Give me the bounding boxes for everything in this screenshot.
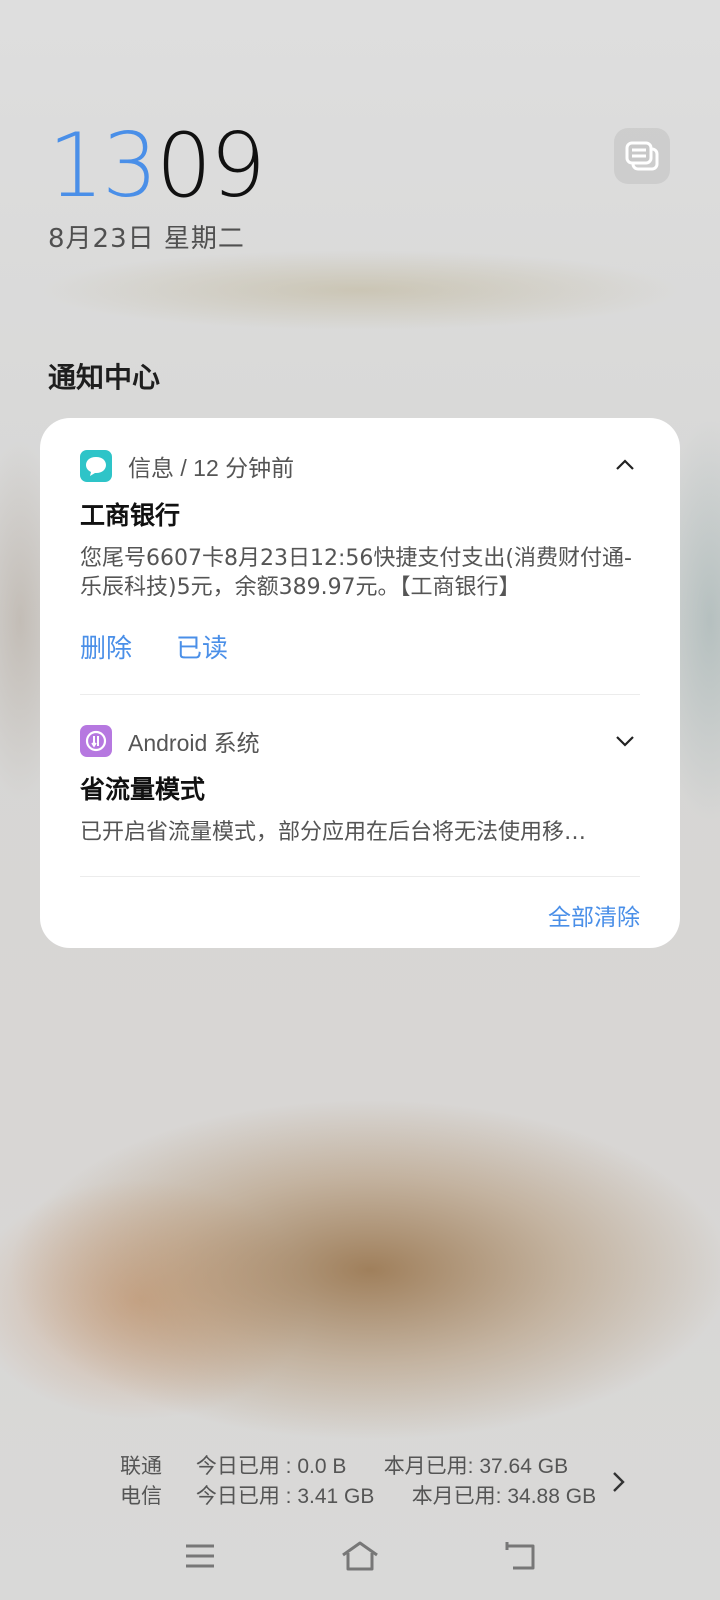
- lockscreen-date: 8月23日 星期二: [48, 224, 245, 254]
- card-stack-icon: [625, 141, 659, 171]
- notification-title: 工商银行: [80, 501, 181, 530]
- divider: [80, 876, 640, 877]
- notification-center-title: 通知中心: [48, 361, 161, 394]
- home-nav-button[interactable]: [330, 1536, 390, 1576]
- chevron-up-icon: [616, 459, 634, 470]
- data-usage-row: 联通 今日已用 : 0.0 B 本月已用: 37.64 GB: [120, 1452, 596, 1482]
- data-saver-icon: [80, 725, 112, 757]
- notification-title: 省流量模式: [80, 775, 206, 804]
- month-usage: 本月已用: 34.88 GB: [411, 1485, 597, 1508]
- back-icon: [505, 1542, 535, 1570]
- data-usage-arrow[interactable]: [606, 1470, 630, 1494]
- notification-header[interactable]: Android 系统: [80, 724, 260, 758]
- chevron-down-icon: [616, 736, 634, 747]
- divider: [80, 694, 640, 695]
- carrier-name: 电信: [120, 1485, 162, 1508]
- expand-button[interactable]: [610, 726, 640, 756]
- notification-app-meta: 信息 / 12 分钟前: [128, 455, 295, 481]
- clear-all-button[interactable]: 全部清除: [548, 898, 640, 932]
- delete-button[interactable]: 删除: [80, 628, 132, 665]
- back-nav-button[interactable]: [490, 1536, 550, 1576]
- card-stack-button[interactable]: [614, 128, 670, 184]
- notification-header[interactable]: 信息 / 12 分钟前: [80, 449, 294, 483]
- notification-body: 您尾号6607卡8月23日12:56快捷支付支出(消费财付通-乐辰科技)5元，余…: [80, 546, 632, 600]
- collapse-button[interactable]: [610, 450, 640, 480]
- menu-icon: [186, 1544, 214, 1568]
- lockscreen-clock: 1309: [48, 118, 266, 214]
- chevron-right-icon: [613, 1472, 625, 1492]
- carrier-name: 联通: [120, 1455, 162, 1478]
- notification-body: 已开启省流量模式，部分应用在后台将无法使用移…: [80, 820, 587, 845]
- message-bubble-icon: [80, 450, 112, 482]
- home-icon: [342, 1541, 378, 1571]
- today-usage: 今日已用 : 0.0 B: [195, 1455, 347, 1478]
- menu-nav-button[interactable]: [170, 1536, 230, 1576]
- data-usage-row: 电信 今日已用 : 3.41 GB 本月已用: 34.88 GB: [120, 1482, 596, 1512]
- notification-app-meta: Android 系统: [128, 730, 260, 756]
- notification-panel: 信息 / 12 分钟前 工商银行 您尾号6607卡8月23日12:56快捷支付支…: [40, 418, 680, 948]
- clock-minutes: 09: [155, 114, 266, 217]
- month-usage: 本月已用: 37.64 GB: [383, 1455, 569, 1478]
- today-usage: 今日已用 : 3.41 GB: [195, 1485, 375, 1508]
- data-usage-summary[interactable]: 联通 今日已用 : 0.0 B 本月已用: 37.64 GB 电信 今日已用 :…: [120, 1452, 596, 1512]
- clock-hours: 13: [48, 114, 158, 217]
- mark-read-button[interactable]: 已读: [176, 628, 228, 665]
